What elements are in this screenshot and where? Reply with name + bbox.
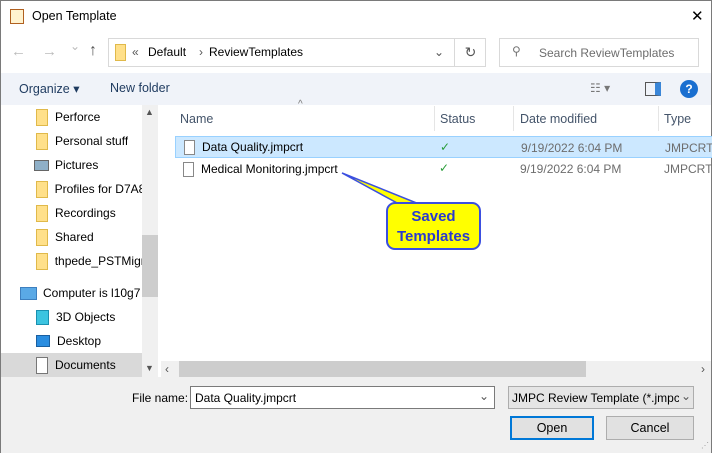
horizontal-scrollbar[interactable]: ‹ › bbox=[161, 361, 711, 377]
callout-line-2: Templates bbox=[396, 228, 471, 245]
dialog-footer: File name: Data Quality.jmpcrt ⌄ JMPC Re… bbox=[1, 377, 711, 453]
open-template-dialog: Open Template ✕ ← → ⌄ ↑ « Default › Revi… bbox=[0, 0, 712, 453]
file-name-value: Data Quality.jmpcrt bbox=[195, 391, 297, 405]
chevron-down-icon[interactable]: ⌄ bbox=[479, 389, 489, 403]
file-type-value: JMPC Review Template (*.jmpc bbox=[512, 391, 680, 405]
resize-grip[interactable]: ⋰ bbox=[701, 441, 709, 450]
chevron-down-icon: ⌄ bbox=[679, 389, 692, 403]
callout-pointer bbox=[341, 172, 420, 205]
callout-line-1: Saved bbox=[411, 208, 456, 225]
scroll-left-icon[interactable]: ‹ bbox=[165, 362, 169, 376]
scroll-right-icon[interactable]: › bbox=[701, 362, 705, 376]
cancel-button[interactable]: Cancel bbox=[606, 416, 694, 440]
h-scroll-thumb[interactable] bbox=[179, 361, 586, 377]
file-name-input[interactable]: Data Quality.jmpcrt ⌄ bbox=[190, 386, 495, 409]
file-type-select[interactable]: JMPC Review Template (*.jmpc ⌄ bbox=[508, 386, 694, 409]
callout-bubble: Saved Templates bbox=[386, 202, 481, 250]
file-name-label: File name: bbox=[132, 391, 189, 405]
open-button[interactable]: Open bbox=[510, 416, 594, 440]
